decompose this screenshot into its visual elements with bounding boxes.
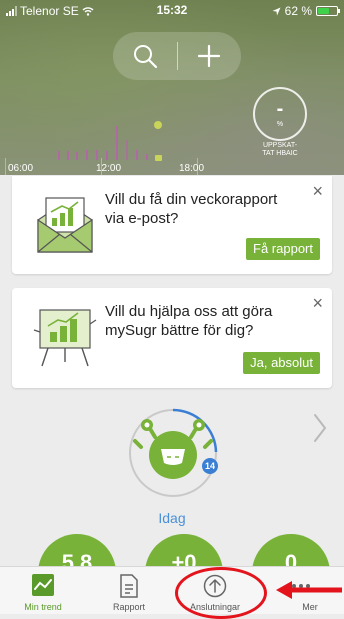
location-icon bbox=[272, 7, 281, 15]
today-label: Idag bbox=[158, 510, 186, 526]
insulin-bar bbox=[106, 151, 108, 160]
annotation-arrow-icon bbox=[276, 581, 342, 599]
chevron-right-icon[interactable] bbox=[312, 412, 328, 444]
feedback-text: Vill du hjälpa oss att göra mySugr bättr… bbox=[105, 303, 273, 339]
glucose-dot bbox=[154, 121, 162, 129]
weekly-report-card: Vill du få din veckorapport via e-post? … bbox=[12, 176, 332, 274]
insulin-bar bbox=[67, 151, 69, 160]
add-entry-button[interactable] bbox=[178, 32, 242, 80]
insulin-bar bbox=[86, 150, 88, 160]
insulin-bar bbox=[136, 150, 138, 160]
timeline-tick bbox=[5, 158, 6, 175]
hba1c-value: - bbox=[276, 98, 284, 120]
yes-feedback-button[interactable]: Ja, absolut bbox=[243, 352, 320, 374]
weekly-report-text: Vill du få din veckorapport via e-post? bbox=[105, 191, 278, 227]
insulin-bar bbox=[116, 126, 118, 160]
badge-count: 14 bbox=[205, 461, 215, 471]
insulin-bar bbox=[76, 152, 78, 160]
annotation-highlight-circle bbox=[175, 567, 267, 619]
document-icon bbox=[120, 574, 138, 598]
timeline-label-1200: 12:00 bbox=[96, 163, 122, 174]
daily-monster-ring[interactable]: 14 bbox=[127, 407, 219, 503]
battery-percent: 62 % bbox=[284, 4, 312, 18]
chart-board-icon bbox=[33, 309, 97, 367]
tab-min-trend[interactable]: Min trend bbox=[0, 567, 86, 615]
status-right: 62 % bbox=[272, 3, 340, 19]
hba1c-unit: % bbox=[276, 121, 284, 128]
search-icon bbox=[133, 45, 157, 69]
close-icon[interactable]: × bbox=[312, 293, 323, 314]
trend-header: Telenor SE 15:32 62 % - % UPPSKAT- TAT H… bbox=[0, 0, 344, 175]
insulin-bar bbox=[146, 154, 148, 160]
timeline-label-0600: 06:00 bbox=[8, 163, 34, 174]
battery-icon bbox=[316, 6, 340, 16]
insulin-bar bbox=[126, 140, 128, 160]
timeline-label-1800: 18:00 bbox=[179, 163, 205, 174]
insulin-bar bbox=[58, 151, 60, 160]
trend-chart-icon bbox=[32, 574, 54, 596]
get-report-button[interactable]: Få rapport bbox=[246, 238, 320, 260]
insulin-bar bbox=[96, 150, 98, 160]
tab-label: Mer bbox=[302, 602, 318, 612]
plus-icon bbox=[198, 44, 221, 68]
hba1c-label: UPPSKAT- TAT HBAIC bbox=[262, 142, 298, 157]
tab-rapport[interactable]: Rapport bbox=[86, 567, 172, 615]
close-icon[interactable]: × bbox=[312, 181, 323, 202]
feedback-card: Vill du hjälpa oss att göra mySugr bättr… bbox=[12, 288, 332, 388]
tab-label: Rapport bbox=[112, 602, 146, 612]
hba1c-indicator[interactable]: - % bbox=[253, 87, 307, 141]
search-add-pill bbox=[113, 32, 241, 80]
monster-icon bbox=[133, 419, 213, 479]
carb-marker bbox=[155, 155, 162, 161]
search-button[interactable] bbox=[113, 32, 177, 80]
tab-label: Min trend bbox=[24, 602, 62, 612]
envelope-chart-icon bbox=[37, 197, 93, 253]
